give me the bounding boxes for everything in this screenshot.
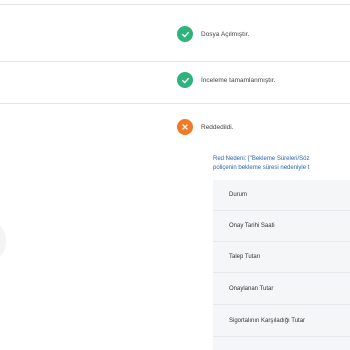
- detail-row-status: Durum: [213, 180, 350, 211]
- status-file-opened: Dosya Açılmıştır.: [177, 25, 249, 43]
- detail-label: Durum: [229, 192, 248, 198]
- divider: [0, 4, 350, 5]
- status-text: Reddedildi.: [201, 123, 234, 131]
- status-review-completed: İnceleme tamamlanmıştır.: [177, 71, 275, 89]
- divider: [0, 61, 350, 62]
- side-panel-edge: [0, 221, 6, 261]
- detail-label: Onay Tarihi Saati: [229, 223, 275, 229]
- detail-row-claim-amount: Talep Tutarı: [213, 242, 350, 273]
- detail-row-insured-amount: Sigortalının Karşıladığı Tutar: [213, 306, 350, 337]
- detail-label: Sigortalının Karşıladığı Tutar: [229, 318, 306, 324]
- detail-row-approved-amount: Onaylanan Tutar: [213, 274, 350, 305]
- status-text: Dosya Açılmıştır.: [201, 30, 250, 38]
- detail-label: Onaylanan Tutar: [229, 286, 274, 292]
- rejection-reason-line: poliçenin bekleme süresi nedeniyle t: [213, 165, 310, 171]
- status-rejected: Reddedildi.: [177, 118, 234, 136]
- detail-label: Talep Tutarı: [229, 254, 261, 260]
- claim-detail-table: Durum Onay Tarihi Saati Talep Tutarı Ona…: [213, 180, 350, 350]
- x-circle-icon: [177, 119, 193, 135]
- rejection-reason: Red Nedeni: ["Bekleme Süreleri/Söz poliç…: [213, 155, 350, 173]
- detail-row-approval-datetime: Onay Tarihi Saati: [213, 211, 350, 242]
- status-text: İnceleme tamamlanmıştır.: [201, 76, 276, 84]
- rejection-reason-line: Red Nedeni: ["Bekleme Süreleri/Söz: [213, 156, 310, 162]
- claim-status-panel: Dosya Açılmıştır. İnceleme tamamlanmıştı…: [0, 0, 350, 350]
- check-circle-icon: [177, 72, 193, 88]
- check-circle-icon: [177, 26, 193, 42]
- divider: [0, 103, 350, 104]
